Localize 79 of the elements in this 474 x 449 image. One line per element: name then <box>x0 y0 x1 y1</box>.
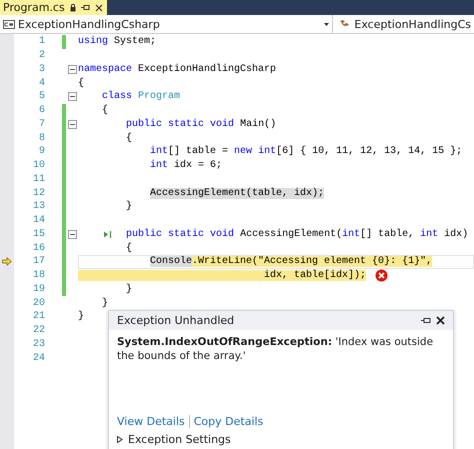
popup-title: Exception Unhandled <box>117 314 236 327</box>
line-number: 13 <box>32 201 45 212</box>
details-link[interactable]: Copy Details <box>194 415 264 428</box>
caret-icon <box>324 22 330 26</box>
member-dropdown[interactable]: ExceptionHandlingCs <box>333 15 474 33</box>
file-tab[interactable]: Program.cs <box>0 0 107 15</box>
code-text: .WriteLine("Accessing element {0}: {1}", <box>192 256 432 268</box>
code-text: [6] { 10, 11, 12, 13, 14, 15 }; <box>276 146 462 158</box>
code-text: int <box>150 160 168 172</box>
line-number: 2 <box>38 50 45 62</box>
line-number: 24 <box>32 352 45 364</box>
line-number: 1 <box>38 36 45 48</box>
code-text: [] table = <box>168 146 230 158</box>
code-text: new <box>234 146 252 158</box>
code-text: } <box>126 284 132 295</box>
line-number: 6 <box>38 105 45 116</box>
code-text: idx = 6; <box>174 160 222 172</box>
exception-settings-toggle[interactable]: Exception Settings <box>117 433 445 446</box>
pin-icon[interactable] <box>80 4 90 11</box>
code-text: namespace <box>78 64 132 75</box>
code-text: System; <box>114 36 156 48</box>
line-number: 19 <box>32 284 45 295</box>
line-number: 14 <box>32 215 45 226</box>
line-number: 4 <box>38 78 45 89</box>
code-text: { <box>126 132 132 144</box>
csharp-file-icon <box>3 20 15 28</box>
details-link[interactable]: View Details <box>117 415 185 428</box>
close-icon[interactable] <box>94 4 103 12</box>
code-text: AccessingElement(table, idx); <box>150 188 324 199</box>
collapse-icon[interactable] <box>68 64 76 74</box>
class-dropdown[interactable]: ExceptionHandlingCsharp <box>0 15 334 33</box>
line-number: 22 <box>32 325 45 336</box>
pin-icon[interactable] <box>421 317 431 324</box>
code-text: class <box>102 91 132 102</box>
line-number: 21 <box>32 311 45 322</box>
code-text: Program <box>138 91 180 102</box>
line-number: 16 <box>32 242 45 254</box>
collapse-icon[interactable] <box>68 92 76 102</box>
line-number: 17 <box>32 256 45 268</box>
code-text: Console <box>150 256 192 268</box>
code-text: public static void <box>126 118 234 130</box>
code-text: ExceptionHandlingCsharp <box>138 64 276 75</box>
code-text: { <box>78 78 84 89</box>
code-text: int <box>420 228 438 240</box>
line-number: 18 <box>32 270 45 282</box>
code-text: idx) <box>444 228 468 240</box>
code-text: [] table, <box>360 228 416 240</box>
code-text: { <box>102 105 108 116</box>
code-text: { <box>126 242 132 254</box>
collapse-icon[interactable] <box>68 120 76 129</box>
line-number: 7 <box>38 118 45 130</box>
code-text: } <box>126 201 132 212</box>
members-icon <box>339 19 352 29</box>
line-number: 5 <box>38 91 45 102</box>
code-text: int <box>150 146 168 158</box>
collapse-icon[interactable] <box>68 230 76 239</box>
code-text: } <box>102 298 108 309</box>
line-number: 23 <box>32 338 45 350</box>
code-text: int <box>342 228 360 240</box>
line-number: 15 <box>32 228 45 240</box>
code-text: AccessingElement( <box>240 228 342 240</box>
line-number: 3 <box>38 64 45 75</box>
line-number: 20 <box>32 298 45 309</box>
exception-message: System.IndexOutOfRangeException: 'Index was outside the bounds of the array.' <box>117 335 434 364</box>
code-text: Main() <box>240 118 276 130</box>
line-number: 10 <box>32 160 45 172</box>
line-number: 8 <box>38 132 45 144</box>
code-text: idx, table[idx]); <box>78 270 366 282</box>
lock-icon <box>70 4 76 12</box>
code-text: using <box>78 36 108 48</box>
code-text: } <box>78 311 84 322</box>
error-icon <box>375 269 388 282</box>
close-icon[interactable] <box>436 316 445 325</box>
code-text: public static void <box>126 228 234 240</box>
run-to-click-icon[interactable] <box>102 230 114 239</box>
line-number: 9 <box>38 146 45 158</box>
line-number: 12 <box>32 188 45 199</box>
code-text: int <box>258 146 276 158</box>
line-number: 11 <box>32 174 45 185</box>
